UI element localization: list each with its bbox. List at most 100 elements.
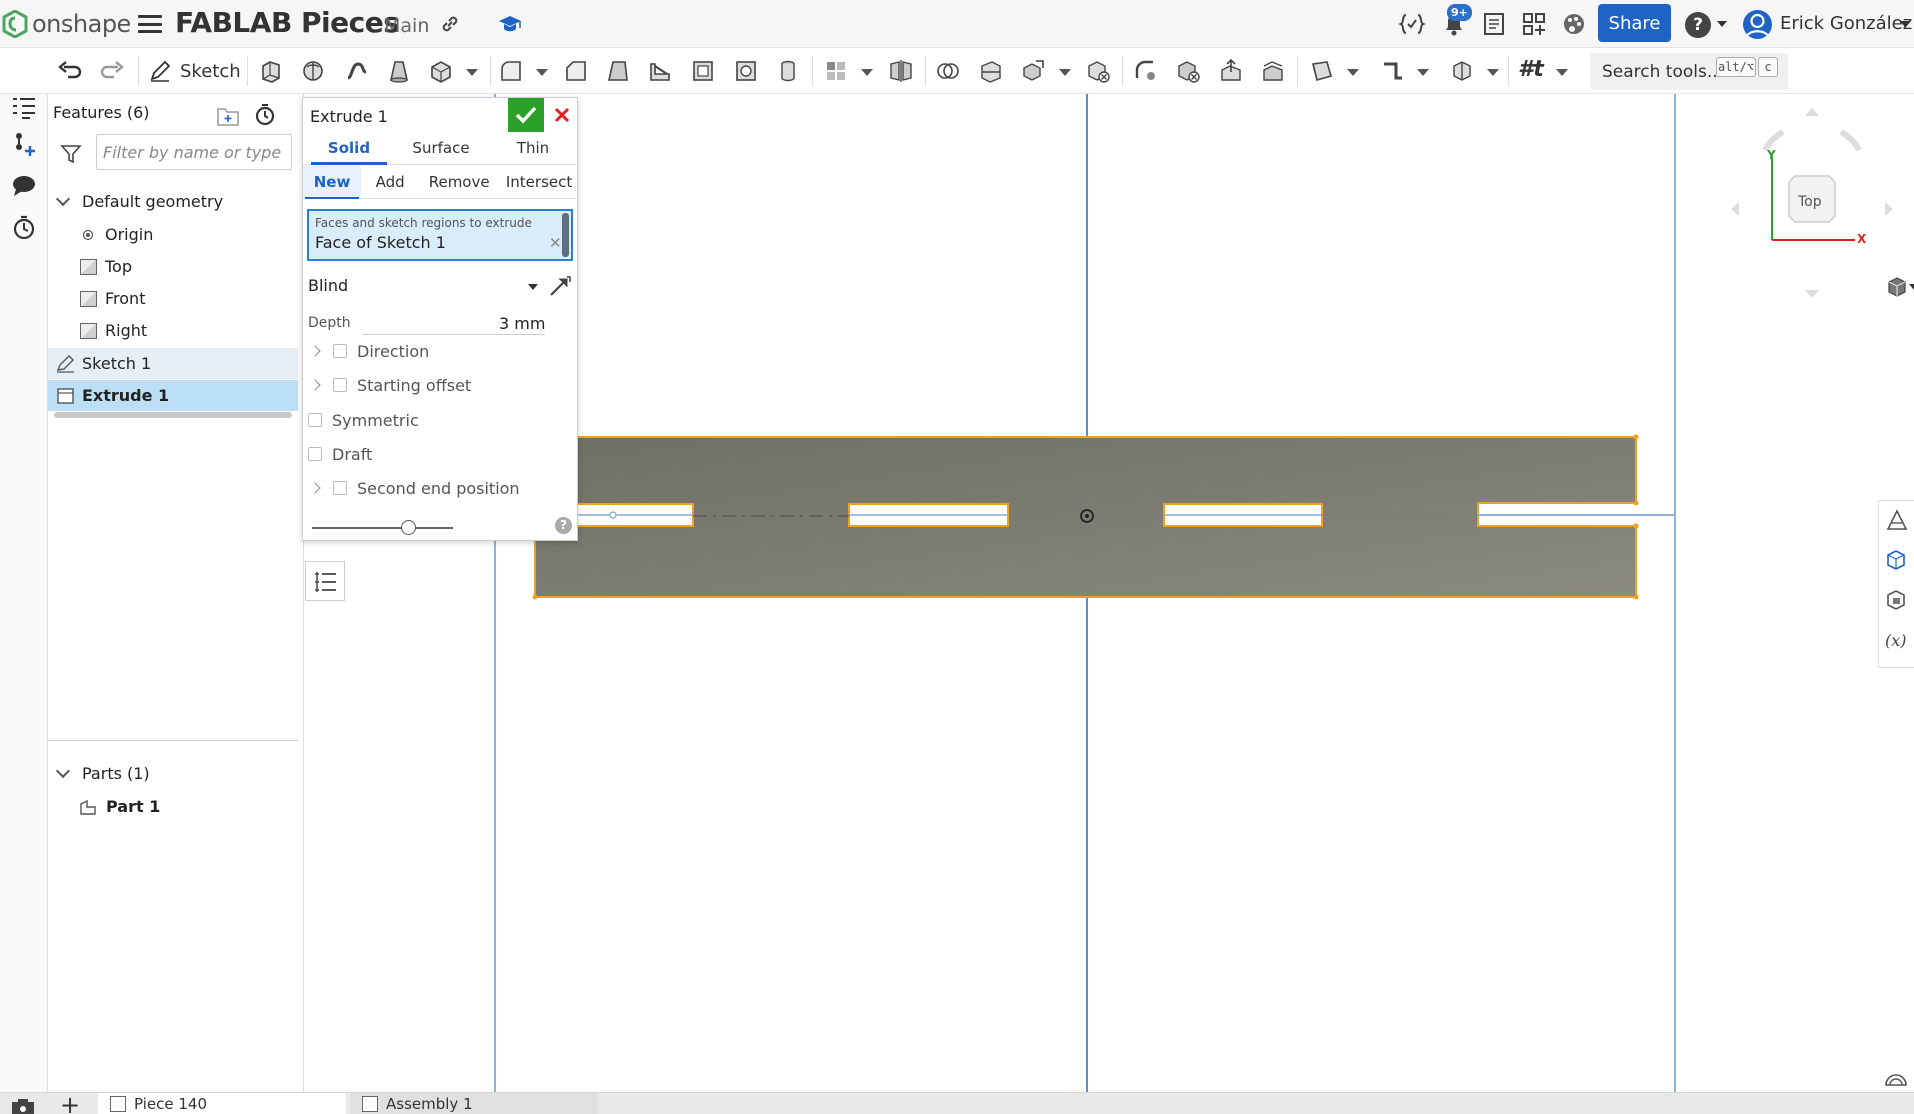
parts-group[interactable]: Parts (1) <box>48 758 298 789</box>
draft-tool-icon[interactable] <box>605 58 631 84</box>
rib-tool-icon[interactable] <box>647 58 673 84</box>
release-list-icon[interactable] <box>1480 10 1508 38</box>
pattern-tool-icon[interactable] <box>823 58 849 84</box>
sketch-button[interactable]: Sketch <box>148 57 241 85</box>
fillet-chevron-down-icon[interactable] <box>536 69 548 76</box>
tree-item-extrude-1[interactable]: Extrude 1 <box>48 380 298 411</box>
sheet-metal-tool-icon[interactable] <box>1380 58 1406 84</box>
undo-icon[interactable] <box>56 58 82 84</box>
delete-face-tool-icon[interactable] <box>1175 58 1201 84</box>
camera-icon[interactable] <box>10 1097 36 1114</box>
view-cube-face-label[interactable]: Top <box>1798 194 1822 210</box>
pattern-chevron-down-icon[interactable] <box>861 69 873 76</box>
thicken-chevron-down-icon[interactable] <box>466 69 478 76</box>
link-icon[interactable] <box>438 12 462 36</box>
preview-slider-track[interactable] <box>312 527 453 529</box>
default-geometry-group[interactable]: Default geometry <box>48 186 298 217</box>
starting-offset-checkbox[interactable] <box>333 378 347 392</box>
option-second-end-position[interactable]: Second end position <box>308 475 520 501</box>
variable-tool-icon[interactable]: #t <box>1518 57 1544 82</box>
remove-selection-close-icon[interactable]: ✕ <box>549 234 562 252</box>
cancel-button[interactable] <box>549 102 575 128</box>
faces-selection-field[interactable]: Faces and sketch regions to extrude Face… <box>307 209 573 261</box>
learning-center-icon[interactable] <box>497 12 523 36</box>
chevron-right-icon[interactable] <box>309 379 321 391</box>
accept-button[interactable] <box>508 98 544 132</box>
modify-fillet-tool-icon[interactable] <box>1133 58 1159 84</box>
flip-direction-icon[interactable] <box>547 273 573 299</box>
tab-solid[interactable]: Solid <box>303 132 395 165</box>
branch-name[interactable]: Main <box>384 15 429 37</box>
tree-item-sketch-1[interactable]: Sketch 1 <box>48 348 298 379</box>
option-symmetric[interactable]: Symmetric <box>308 407 419 433</box>
filter-icon[interactable] <box>60 143 82 165</box>
tree-item-origin[interactable]: Origin <box>48 219 298 250</box>
configuration-variables-icon[interactable]: (x) <box>1884 627 1910 653</box>
featurescript-icon[interactable] <box>1398 10 1426 38</box>
add-folder-icon[interactable] <box>216 105 240 127</box>
view-options-chevron-down-icon[interactable] <box>1909 284 1914 290</box>
version-history-icon[interactable] <box>10 214 38 242</box>
transform-tool-icon[interactable] <box>1020 58 1046 84</box>
help-menu-chevron-down-icon[interactable] <box>1717 21 1727 27</box>
tree-item-right-plane[interactable]: Right <box>48 315 298 346</box>
draft-checkbox[interactable] <box>308 447 322 461</box>
parts-explorer-icon[interactable] <box>1884 587 1910 613</box>
tree-item-top-plane[interactable]: Top <box>48 251 298 282</box>
move-face-tool-icon[interactable] <box>1218 58 1244 84</box>
feature-filter-input[interactable] <box>96 134 292 170</box>
rollback-timer-icon[interactable] <box>253 103 277 127</box>
avatar[interactable] <box>1743 10 1772 39</box>
option-starting-offset[interactable]: Starting offset <box>308 372 471 398</box>
dialog-help-icon[interactable]: ? <box>555 517 572 534</box>
end-type-chevron-down-icon[interactable] <box>528 284 538 290</box>
document-title[interactable]: FABLAB Pieces <box>175 6 400 39</box>
option-draft[interactable]: Draft <box>308 441 372 467</box>
sweep-tool-icon[interactable] <box>344 58 370 84</box>
extrude-tool-icon[interactable] <box>258 58 284 84</box>
thicken-tool-icon[interactable] <box>428 58 454 84</box>
chevron-down-icon[interactable] <box>55 763 71 779</box>
view-cube[interactable]: Top Y X <box>1725 94 1900 314</box>
option-direction[interactable]: Direction <box>308 338 429 364</box>
fillet-tool-icon[interactable] <box>498 58 524 84</box>
sheet-metal-chevron-down-icon[interactable] <box>1417 69 1429 76</box>
tab-remove[interactable]: Remove <box>419 166 499 198</box>
tab-new[interactable]: New <box>303 166 362 199</box>
add-tab-icon[interactable]: + <box>60 1091 80 1114</box>
user-name[interactable]: Erick González <box>1780 13 1912 34</box>
hole-tool-icon[interactable] <box>733 58 759 84</box>
boolean-tool-icon[interactable] <box>935 58 961 84</box>
feature-list-icon[interactable] <box>10 94 38 122</box>
render-mode-icon[interactable] <box>1883 1066 1909 1088</box>
shell-tool-icon[interactable] <box>690 58 716 84</box>
selection-scrollbar[interactable] <box>562 213 569 257</box>
cylinder-tool-icon[interactable] <box>775 58 801 84</box>
part-item-part-1[interactable]: Part 1 <box>48 791 298 822</box>
main-menu-icon[interactable] <box>138 13 162 35</box>
mirror-tool-icon[interactable] <box>888 58 914 84</box>
help-icon[interactable]: ? <box>1685 12 1711 38</box>
share-button[interactable]: Share <box>1598 4 1671 42</box>
view-options-cube-icon[interactable] <box>1885 275 1909 299</box>
horizontal-scrollbar[interactable] <box>54 412 292 418</box>
replace-face-tool-icon[interactable] <box>1260 58 1286 84</box>
tab-thin[interactable]: Thin <box>487 132 579 164</box>
appearance-palette-icon[interactable] <box>1560 10 1588 38</box>
second-end-position-checkbox[interactable] <box>333 481 347 495</box>
surface-chevron-down-icon[interactable] <box>1487 69 1499 76</box>
end-type-select[interactable]: Blind <box>308 276 348 295</box>
user-menu-chevron-down-icon[interactable] <box>1900 21 1910 27</box>
tab-assembly-1[interactable]: Assembly 1 <box>350 1093 598 1114</box>
tab-piece-140[interactable]: Piece 140 <box>98 1093 346 1114</box>
plane-tool-icon[interactable] <box>1309 58 1335 84</box>
mass-properties-icon[interactable] <box>1884 507 1910 533</box>
delete-part-tool-icon[interactable] <box>1085 58 1111 84</box>
tree-item-front-plane[interactable]: Front <box>48 283 298 314</box>
loft-tool-icon[interactable] <box>386 58 412 84</box>
feature-list-toggle[interactable] <box>305 561 345 601</box>
split-tool-icon[interactable] <box>978 58 1004 84</box>
redo-icon[interactable] <box>100 58 126 84</box>
direction-checkbox[interactable] <box>333 344 347 358</box>
revolve-tool-icon[interactable] <box>300 58 326 84</box>
